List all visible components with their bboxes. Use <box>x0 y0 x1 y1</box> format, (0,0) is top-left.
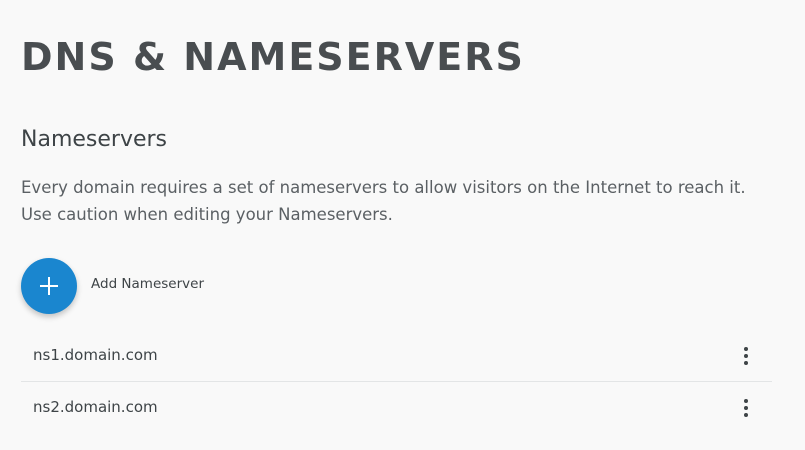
add-nameserver-label[interactable]: Add Nameserver <box>91 275 204 293</box>
more-vertical-icon <box>744 347 748 365</box>
nameserver-menu-button[interactable] <box>734 396 758 420</box>
nameserver-row: ns1.domain.com <box>21 330 772 382</box>
nameserver-list: ns1.domain.com ns2.domain.com <box>21 330 772 433</box>
nameserver-name: ns1.domain.com <box>33 346 158 364</box>
add-nameserver-button[interactable] <box>21 258 77 314</box>
plus-icon <box>40 277 58 295</box>
nameserver-row: ns2.domain.com <box>21 382 772 433</box>
section-description: Every domain requires a set of nameserve… <box>21 178 746 224</box>
more-vertical-icon <box>744 399 748 417</box>
nameserver-name: ns2.domain.com <box>33 398 158 416</box>
page-title: DNS & NAMESERVERS <box>21 35 525 79</box>
nameserver-menu-button[interactable] <box>734 344 758 368</box>
section-title: Nameservers <box>21 127 168 152</box>
